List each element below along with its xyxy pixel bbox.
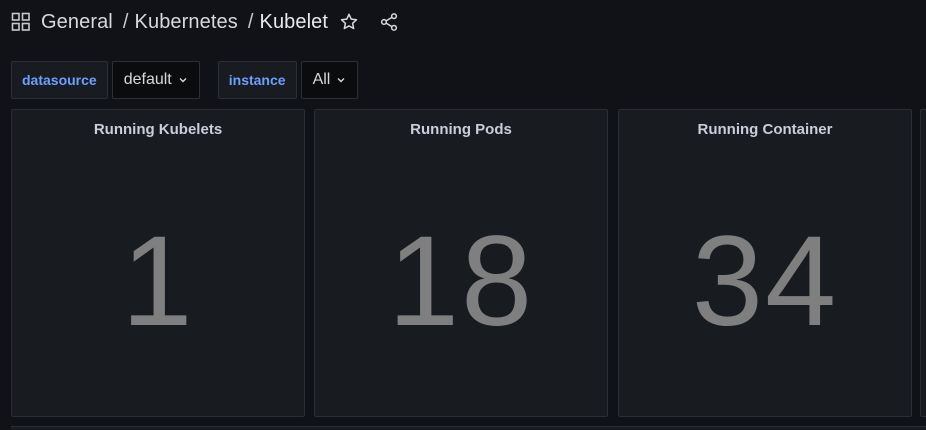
datasource-variable-value: default bbox=[123, 71, 172, 88]
breadcrumb-folder-general[interactable]: General bbox=[41, 11, 113, 34]
chevron-down-icon bbox=[178, 75, 188, 85]
panel-title[interactable]: Running Pods bbox=[315, 121, 607, 138]
dashboard-title: Kubelet bbox=[259, 10, 329, 33]
stat-panel-partial[interactable] bbox=[920, 109, 926, 417]
instance-variable-label: instance bbox=[217, 61, 297, 99]
stat-value: 18 bbox=[387, 210, 535, 353]
instance-variable-select[interactable]: All bbox=[300, 61, 359, 99]
panel-title[interactable]: Running Container bbox=[619, 121, 911, 138]
dashboard-header: General / Kubernetes / Kubelet bbox=[10, 6, 404, 38]
instance-variable-value: All bbox=[312, 71, 331, 88]
breadcrumb: General / Kubernetes / Kubelet bbox=[41, 11, 328, 34]
stat-panel-running-kubelets[interactable]: Running Kubelets 1 bbox=[11, 109, 305, 417]
breadcrumb-separator: / bbox=[247, 10, 254, 33]
datasource-variable-label: datasource bbox=[11, 61, 108, 99]
mark-favorite-button[interactable] bbox=[334, 7, 364, 37]
dashboard-grid-icon bbox=[10, 11, 32, 33]
stat-value: 1 bbox=[121, 210, 195, 353]
stat-panel-running-container[interactable]: Running Container 34 bbox=[618, 109, 912, 417]
datasource-variable-select[interactable]: default bbox=[111, 61, 200, 99]
star-icon bbox=[340, 13, 358, 30]
next-row-panel-edge bbox=[11, 426, 926, 430]
stat-panel-running-pods[interactable]: Running Pods 18 bbox=[314, 109, 608, 417]
template-variables: datasource default instance All bbox=[11, 61, 359, 99]
breadcrumb-folder-kubernetes[interactable]: Kubernetes bbox=[135, 11, 238, 34]
panel-title[interactable]: Running Kubelets bbox=[12, 121, 304, 138]
chevron-down-icon bbox=[336, 75, 346, 85]
stat-value: 34 bbox=[691, 210, 839, 353]
share-icon bbox=[380, 13, 398, 31]
share-dashboard-button[interactable] bbox=[374, 7, 404, 37]
breadcrumb-separator: / bbox=[122, 10, 129, 33]
dashboard-page: General / Kubernetes / Kubelet datasourc… bbox=[0, 0, 926, 430]
